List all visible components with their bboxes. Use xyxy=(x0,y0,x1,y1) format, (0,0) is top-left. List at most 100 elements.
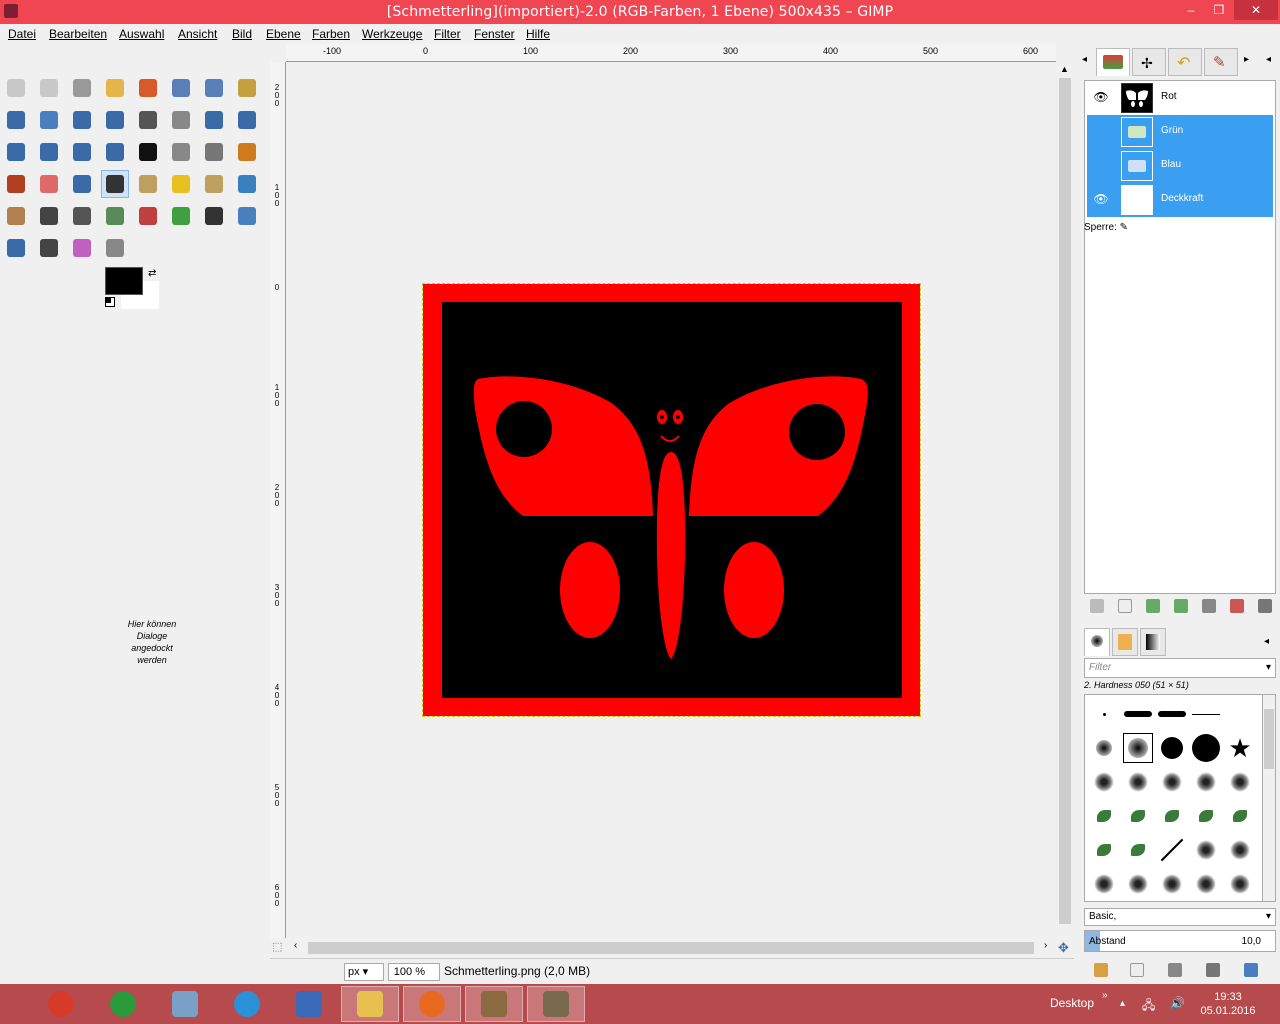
tab-gradients[interactable] xyxy=(1140,628,1166,656)
brush-item[interactable] xyxy=(1191,869,1221,899)
brush-item[interactable] xyxy=(1157,733,1187,763)
taskbar-gimp[interactable] xyxy=(527,986,585,1022)
taskbar-shutdown[interactable] xyxy=(32,986,90,1022)
eraser-tool[interactable] xyxy=(35,170,63,198)
visibility-eye-icon[interactable]: 👁 xyxy=(1093,90,1109,106)
minimize-button[interactable]: – xyxy=(1176,0,1206,20)
zoom-tool[interactable] xyxy=(35,106,63,134)
menu-filter[interactable]: Filter xyxy=(434,27,461,41)
rect-select-tool[interactable] xyxy=(2,74,30,102)
brush-item[interactable] xyxy=(1157,767,1187,797)
channel-row-blau[interactable]: Blau xyxy=(1087,149,1273,183)
maximize-button[interactable]: ❒ xyxy=(1206,0,1232,20)
spacing-slider[interactable]: Abstand 10,0 xyxy=(1084,930,1276,952)
brush-scrollbar[interactable] xyxy=(1262,694,1276,902)
ellipse-select-tool[interactable] xyxy=(35,74,63,102)
channel-row-rot[interactable]: 👁 Rot xyxy=(1087,81,1273,115)
brush-dock-menu-icon[interactable]: ◂ xyxy=(1264,636,1269,647)
brush-item[interactable] xyxy=(1123,767,1153,797)
heal-tool[interactable] xyxy=(167,170,195,198)
align-tool[interactable] xyxy=(134,106,162,134)
speaker-icon[interactable]: 🔊 xyxy=(1170,996,1185,1010)
blur-tool[interactable] xyxy=(233,170,261,198)
foreground-select-tool[interactable] xyxy=(200,74,228,102)
refresh-brushes-icon[interactable] xyxy=(1244,963,1258,977)
pencil-tool[interactable] xyxy=(233,138,261,166)
brush-item[interactable] xyxy=(1191,835,1221,865)
duplicate-channel-icon[interactable] xyxy=(1202,599,1216,613)
shear-tool[interactable] xyxy=(2,138,30,166)
brush-item[interactable] xyxy=(1157,869,1187,899)
tab-brushes-list[interactable] xyxy=(1084,628,1110,656)
color-picker-tool[interactable] xyxy=(2,106,30,134)
channel-row-gruen[interactable]: Grün xyxy=(1087,115,1273,149)
close-button[interactable]: ✕ xyxy=(1234,0,1278,20)
taskbar-internet-explorer[interactable] xyxy=(218,986,276,1022)
new-channel-icon[interactable] xyxy=(1118,599,1132,613)
paths-tool[interactable] xyxy=(233,74,261,102)
brush-item[interactable] xyxy=(1225,767,1255,797)
brush-item[interactable] xyxy=(1089,767,1119,797)
raise-channel-icon[interactable] xyxy=(1146,599,1160,613)
tab-patterns[interactable] xyxy=(1112,628,1138,656)
cage-tool[interactable] xyxy=(101,138,129,166)
brush-item[interactable] xyxy=(1089,835,1119,865)
channel-row-deckkraft[interactable]: 👁 Deckkraft xyxy=(1087,183,1273,217)
gradient-map-tool[interactable] xyxy=(68,234,96,262)
measure-tool[interactable] xyxy=(68,106,96,134)
histogram-tool[interactable] xyxy=(2,234,30,262)
brush-grid[interactable]: ★ xyxy=(1084,694,1270,902)
swap-colors-icon[interactable]: ⇄ xyxy=(148,268,156,279)
brush-item[interactable] xyxy=(1123,801,1153,831)
menu-datei[interactable]: Datei xyxy=(8,27,36,41)
zoom-select[interactable]: 100 % xyxy=(388,963,440,981)
channel-to-selection-icon[interactable] xyxy=(1230,599,1244,613)
scroll-right-icon[interactable]: › xyxy=(1044,940,1047,951)
brush-item[interactable]: ★ xyxy=(1225,733,1255,763)
levels-tool[interactable] xyxy=(68,202,96,230)
free-select-tool[interactable] xyxy=(68,74,96,102)
dock-menu-icon[interactable]: ◂ xyxy=(1266,54,1271,65)
brush-item[interactable] xyxy=(1191,733,1221,763)
brush-item[interactable] xyxy=(1157,835,1187,865)
color-balance-tool[interactable] xyxy=(134,202,162,230)
delete-channel-icon[interactable] xyxy=(1258,599,1272,613)
blend-tool[interactable] xyxy=(200,138,228,166)
menu-hilfe[interactable]: Hilfe xyxy=(526,27,550,41)
ink-tool[interactable] xyxy=(101,170,129,198)
brush-item[interactable] xyxy=(1191,767,1221,797)
brush-item[interactable] xyxy=(1123,733,1153,763)
taskbar-media-player[interactable] xyxy=(94,986,152,1022)
default-colors-icon[interactable] xyxy=(105,297,115,307)
horizontal-scrollbar[interactable]: ‹ › xyxy=(286,938,1056,956)
scroll-up-icon[interactable]: ▲ xyxy=(1060,64,1069,74)
taskbar-explorer[interactable] xyxy=(341,986,399,1022)
tab-undo[interactable]: ↶ xyxy=(1168,48,1202,76)
foreground-color-swatch[interactable] xyxy=(105,267,143,295)
airbrush-tool[interactable] xyxy=(68,170,96,198)
smudge-tool[interactable] xyxy=(2,202,30,230)
hue-saturation-tool[interactable] xyxy=(167,202,195,230)
tab-layers[interactable] xyxy=(1096,48,1130,76)
tray-arrow-icon[interactable]: ▴ xyxy=(1120,998,1125,1009)
scroll-left-icon[interactable]: ‹ xyxy=(294,940,297,951)
vertical-scrollbar[interactable]: ▲ xyxy=(1056,62,1074,938)
move-tool[interactable] xyxy=(101,106,129,134)
tray-expand-icon[interactable]: » xyxy=(1102,990,1108,1001)
threshold-tool[interactable] xyxy=(200,202,228,230)
edit-channel-icon[interactable] xyxy=(1090,599,1104,613)
brush-item[interactable] xyxy=(1089,869,1119,899)
unsharp-tool[interactable] xyxy=(35,234,63,262)
scale-tool[interactable] xyxy=(233,106,261,134)
menu-werkzeuge[interactable]: Werkzeuge xyxy=(362,27,422,41)
fuzzy-select-tool[interactable] xyxy=(101,74,129,102)
paintbrush-tool[interactable] xyxy=(2,170,30,198)
channels-list[interactable]: 👁 Rot Grün Blau 👁 Deckkraft xyxy=(1084,80,1276,594)
brush-item[interactable] xyxy=(1157,801,1187,831)
brush-item[interactable] xyxy=(1089,699,1119,729)
bucket-fill-tool[interactable] xyxy=(167,138,195,166)
text-tool[interactable] xyxy=(134,138,162,166)
dock-right-arrow-icon[interactable]: ▸ xyxy=(1244,54,1249,65)
gimp-screenshot-tool[interactable] xyxy=(233,202,261,230)
brush-item[interactable] xyxy=(1191,801,1221,831)
